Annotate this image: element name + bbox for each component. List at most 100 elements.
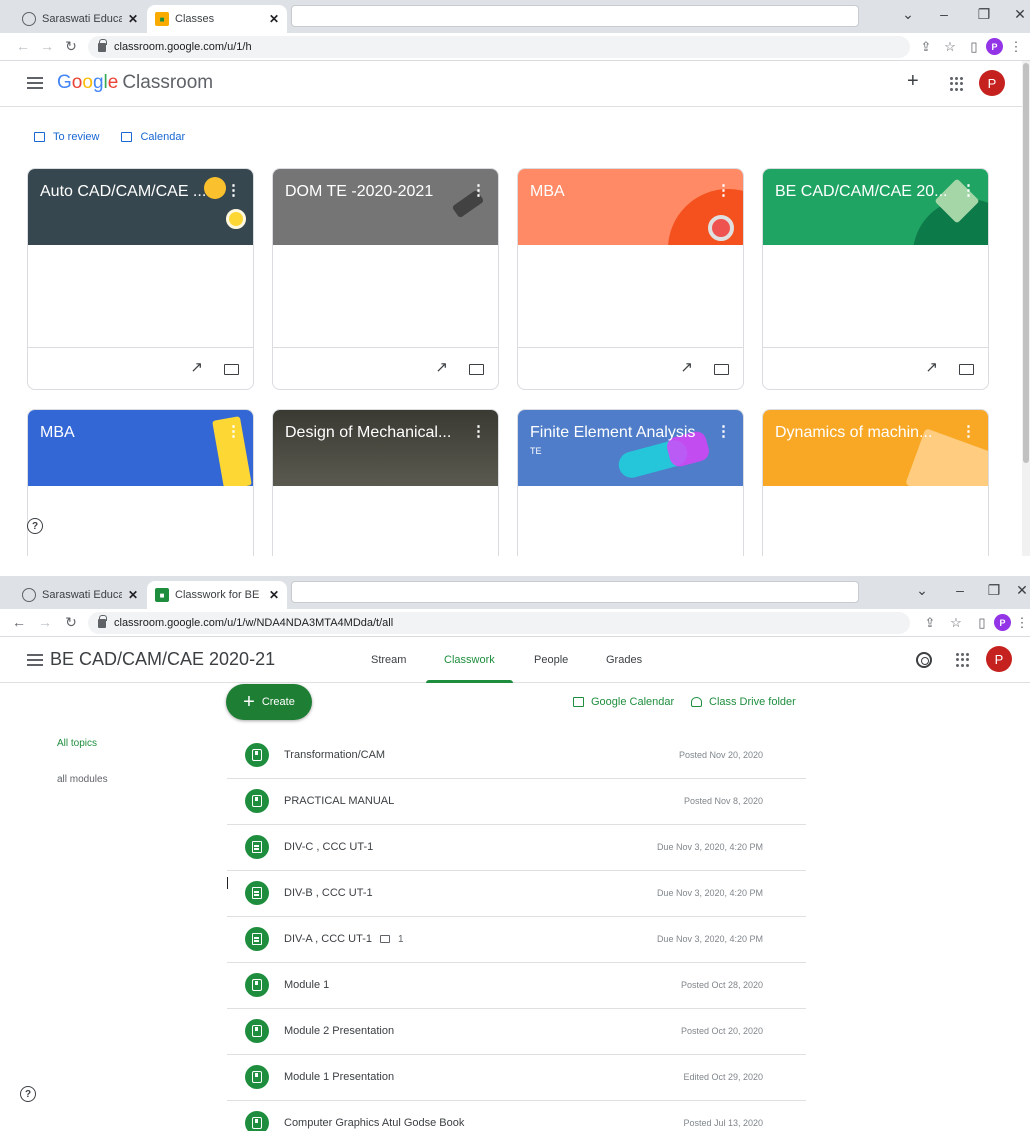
classwork-item[interactable]: Computer Graphics Atul Godse Book Posted… — [227, 1101, 806, 1131]
progress-trend-icon[interactable]: ↗ — [435, 358, 448, 376]
progress-trend-icon[interactable]: ↗ — [680, 358, 693, 376]
google-calendar-link[interactable]: Google Calendar — [573, 696, 674, 708]
close-tab-icon[interactable]: ✕ — [269, 588, 279, 602]
tab-saraswati[interactable]: Saraswati Education S ✕ — [14, 5, 146, 33]
account-avatar[interactable]: P — [979, 70, 1005, 96]
class-name[interactable]: Design of Mechanical... — [285, 424, 451, 442]
class-card[interactable]: MBA ⋮ — [27, 409, 254, 556]
class-card[interactable]: MBA ⋮ ↗ — [517, 168, 744, 390]
class-title[interactable]: BE CAD/CAM/CAE 2020-21 — [50, 649, 275, 670]
tab-people[interactable]: People — [534, 637, 568, 683]
folder-icon[interactable] — [959, 364, 974, 375]
back-icon[interactable]: ← — [10, 614, 28, 630]
close-tab-icon[interactable]: ✕ — [128, 588, 138, 602]
classwork-item[interactable]: DIV-A , CCC UT-1 1 Due Nov 3, 2020, 4:20… — [227, 917, 806, 963]
close-window-icon[interactable]: ✕ — [1010, 6, 1030, 23]
class-card[interactable]: Finite Element Analysis TE ⋮ — [517, 409, 744, 556]
more-options-icon[interactable]: ⋮ — [226, 422, 241, 440]
class-name[interactable]: DOM TE -2020-2021 — [285, 183, 433, 201]
tab-saraswati[interactable]: Saraswati Education S ✕ — [14, 581, 146, 609]
calendar-link[interactable]: Calendar — [121, 131, 185, 143]
chrome-menu-icon[interactable]: ⋮ — [1008, 39, 1024, 55]
tab-stream[interactable]: Stream — [371, 637, 406, 683]
url-field[interactable]: classroom.google.com/u/1/w/NDA4NDA3MTA4M… — [88, 612, 910, 634]
side-panel-icon[interactable]: ▯ — [974, 615, 990, 631]
classwork-item[interactable]: Module 2 Presentation Posted Oct 20, 202… — [227, 1009, 806, 1055]
classwork-item[interactable]: Module 1 Posted Oct 28, 2020 — [227, 963, 806, 1009]
chrome-profile-avatar[interactable]: P — [986, 38, 1003, 55]
class-settings-gear-icon[interactable] — [916, 652, 932, 668]
card-banner[interactable]: BE CAD/CAM/CAE 20... ⋮ — [763, 169, 988, 245]
class-name[interactable]: Auto CAD/CAM/CAE ... — [40, 183, 206, 201]
class-name[interactable]: MBA — [40, 424, 75, 442]
more-options-icon[interactable]: ⋮ — [471, 181, 486, 199]
tab-classwork[interactable]: ■ Classwork for BE CAD/ ✕ — [147, 581, 287, 609]
card-banner[interactable]: Finite Element Analysis TE ⋮ — [518, 410, 743, 486]
topic-all-topics[interactable]: All topics — [57, 738, 97, 749]
progress-trend-icon[interactable]: ↗ — [190, 358, 203, 376]
class-card[interactable]: Auto CAD/CAM/CAE ... ⋮ ↗ — [27, 168, 254, 390]
bookmark-star-icon[interactable]: ☆ — [942, 39, 958, 55]
share-icon[interactable]: ⇪ — [922, 615, 938, 631]
back-icon[interactable]: ← — [14, 38, 32, 54]
new-tab-area[interactable] — [291, 581, 859, 603]
folder-icon[interactable] — [224, 364, 239, 375]
new-tab-area[interactable] — [291, 5, 859, 27]
close-tab-icon[interactable]: ✕ — [269, 12, 279, 26]
tab-classes[interactable]: ■ Classes ✕ — [147, 5, 287, 33]
account-avatar[interactable]: P — [986, 646, 1012, 672]
class-name[interactable]: Dynamics of machin... — [775, 424, 932, 442]
help-icon[interactable]: ? — [20, 1086, 36, 1102]
card-banner[interactable]: Design of Mechanical... ⋮ — [273, 410, 498, 486]
reload-icon[interactable]: ↻ — [62, 614, 80, 631]
more-options-icon[interactable]: ⋮ — [961, 422, 976, 440]
classwork-item[interactable]: DIV-C , CCC UT-1 Due Nov 3, 2020, 4:20 P… — [227, 825, 806, 871]
more-options-icon[interactable]: ⋮ — [961, 181, 976, 199]
card-banner[interactable]: MBA ⋮ — [28, 410, 253, 486]
more-options-icon[interactable]: ⋮ — [716, 422, 731, 440]
folder-icon[interactable] — [469, 364, 484, 375]
scrollbar[interactable] — [1022, 61, 1030, 556]
reload-icon[interactable]: ↻ — [62, 38, 80, 55]
minimize-icon[interactable]: – — [934, 6, 954, 22]
card-banner[interactable]: Auto CAD/CAM/CAE ... ⋮ — [28, 169, 253, 245]
create-button[interactable]: + Create — [226, 684, 312, 720]
google-apps-icon[interactable] — [956, 653, 970, 667]
google-classroom-logo[interactable]: Google Classroom — [57, 72, 213, 94]
class-name[interactable]: Finite Element Analysis — [530, 424, 695, 442]
bookmark-star-icon[interactable]: ☆ — [948, 615, 964, 631]
classwork-item[interactable]: DIV-B , CCC UT-1 Due Nov 3, 2020, 4:20 P… — [227, 871, 806, 917]
class-card[interactable]: Design of Mechanical... ⋮ — [272, 409, 499, 556]
tab-search-icon[interactable]: ⌄ — [898, 6, 918, 23]
side-panel-icon[interactable]: ▯ — [966, 39, 982, 55]
folder-icon[interactable] — [714, 364, 729, 375]
classwork-item[interactable]: PRACTICAL MANUAL Posted Nov 8, 2020 — [227, 779, 806, 825]
class-name[interactable]: BE CAD/CAM/CAE 20... — [775, 183, 948, 201]
topic-all-modules[interactable]: all modules — [57, 774, 108, 785]
main-menu-icon[interactable] — [27, 77, 43, 89]
card-banner[interactable]: Dynamics of machin... ⋮ — [763, 410, 988, 486]
help-icon[interactable]: ? — [27, 518, 43, 534]
card-banner[interactable]: DOM TE -2020-2021 ⋮ — [273, 169, 498, 245]
forward-icon[interactable]: → — [38, 38, 56, 54]
close-window-icon[interactable]: ✕ — [1012, 582, 1030, 599]
close-tab-icon[interactable]: ✕ — [128, 12, 138, 26]
google-apps-icon[interactable] — [950, 77, 964, 91]
url-field[interactable]: classroom.google.com/u/1/h — [88, 36, 910, 58]
scrollbar-thumb[interactable] — [1023, 63, 1029, 463]
classwork-item[interactable]: Module 1 Presentation Edited Oct 29, 202… — [227, 1055, 806, 1101]
class-name[interactable]: MBA — [530, 183, 565, 201]
minimize-icon[interactable]: – — [950, 582, 970, 598]
forward-icon[interactable]: → — [36, 614, 54, 630]
chrome-menu-icon[interactable]: ⋮ — [1014, 615, 1030, 631]
class-card[interactable]: Dynamics of machin... ⋮ — [762, 409, 989, 556]
restore-icon[interactable]: ❐ — [974, 6, 994, 23]
restore-icon[interactable]: ❐ — [984, 582, 1004, 599]
class-card[interactable]: DOM TE -2020-2021 ⋮ ↗ — [272, 168, 499, 390]
class-drive-folder-link[interactable]: Class Drive folder — [691, 696, 796, 708]
to-review-link[interactable]: To review — [34, 131, 99, 143]
class-card[interactable]: BE CAD/CAM/CAE 20... ⋮ ↗ — [762, 168, 989, 390]
main-menu-icon[interactable] — [27, 654, 43, 666]
tab-search-icon[interactable]: ⌄ — [912, 582, 932, 599]
more-options-icon[interactable]: ⋮ — [226, 181, 241, 199]
